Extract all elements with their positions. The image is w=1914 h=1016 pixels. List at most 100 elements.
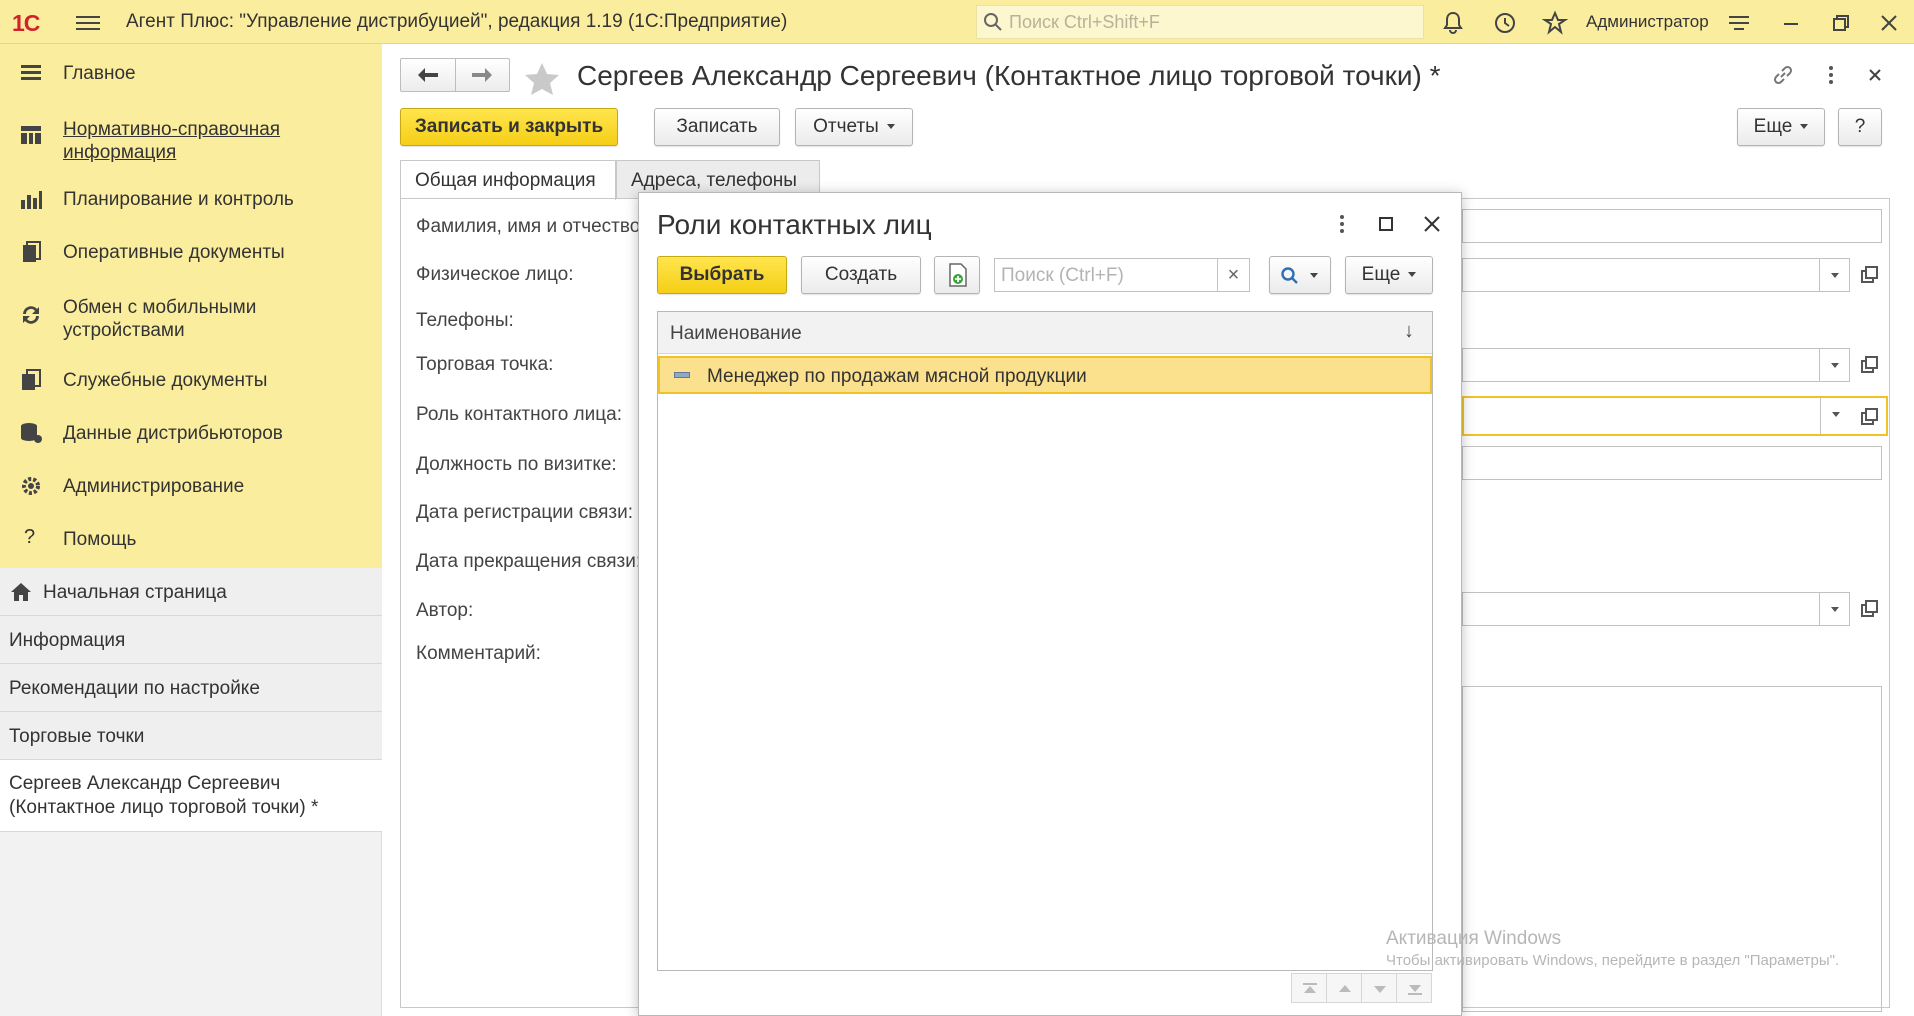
minimize-icon[interactable] (1778, 10, 1804, 36)
bell-icon[interactable] (1440, 10, 1466, 36)
close-dialog-icon[interactable] (1419, 211, 1445, 237)
open-window-home[interactable]: Начальная страница (0, 568, 382, 616)
question-icon: ? (24, 526, 36, 548)
sidebar-item-planning[interactable]: Планирование и контроль (0, 180, 382, 220)
add-copy-icon (949, 263, 967, 287)
section-panel: Главное Нормативно-справочная информация… (0, 44, 382, 568)
more-vertical-icon[interactable] (1818, 62, 1844, 88)
close-app-icon[interactable] (1876, 10, 1902, 36)
restore-icon[interactable] (1828, 10, 1854, 36)
star-icon[interactable] (524, 62, 560, 96)
home-icon (11, 583, 31, 601)
sidebar-item-help[interactable]: ? Помощь (0, 520, 382, 560)
windows-activation-text: Чтобы активировать Windows, перейдите в … (1386, 952, 1840, 969)
person-field[interactable] (1462, 258, 1850, 292)
author-dropdown[interactable] (1819, 593, 1849, 625)
sidebar-item-label: Помощь (63, 529, 137, 550)
contact-roles-dialog: Роли контактных лиц Выбрать Создать Поис… (638, 192, 1462, 1016)
sidebar-item-main[interactable]: Главное (0, 54, 382, 94)
top-bar: 1С Агент Плюс: "Управление дистрибуцией"… (0, 0, 1914, 44)
table-row[interactable]: Менеджер по продажам мясной продукции (658, 356, 1432, 394)
clear-search-button[interactable]: × (1217, 259, 1249, 291)
role-dropdown[interactable] (1820, 398, 1850, 434)
sort-arrow-icon[interactable]: ↓ (1404, 320, 1414, 343)
back-icon[interactable] (417, 67, 439, 83)
sidebar-item-administration[interactable]: Администрирование (0, 467, 382, 507)
more-label: Еще (1753, 116, 1793, 137)
person-label: Физическое лицо: (416, 264, 574, 285)
end-date-label: Дата прекращения связи: (416, 551, 642, 572)
scroll-up-button[interactable] (1326, 973, 1362, 1003)
close-form-icon[interactable] (1862, 62, 1888, 88)
reg-date-label: Дата регистрации связи: (416, 502, 634, 523)
open-person-icon[interactable] (1854, 258, 1884, 292)
sidebar-item-label: Данные дистрибьюторов (63, 423, 283, 444)
sync-icon (23, 306, 39, 324)
save-and-close-button[interactable]: Записать и закрыть (400, 108, 618, 146)
global-search-input[interactable]: Поиск Ctrl+Shift+F (976, 5, 1424, 39)
outlet-dropdown[interactable] (1819, 349, 1849, 381)
select-button[interactable]: Выбрать (657, 256, 787, 294)
settings-menu-icon[interactable] (1726, 10, 1752, 36)
sidebar-item-mobile-exchange[interactable]: Обмен с мобильными устройствами (0, 288, 382, 342)
dialog-search-input[interactable]: Поиск (Ctrl+F) × (994, 258, 1250, 292)
app-logo: 1С (12, 10, 40, 36)
create-button[interactable]: Создать (801, 256, 921, 294)
open-window-label: Сергеев Александр Сергеевич (Контактное … (9, 773, 319, 818)
open-outlet-icon[interactable] (1854, 348, 1884, 382)
search-icon (1281, 267, 1298, 284)
sidebar-item-service-docs[interactable]: Служебные документы (0, 361, 382, 401)
column-name-header[interactable]: Наименование (670, 323, 802, 345)
user-name[interactable]: Администратор (1586, 12, 1709, 32)
reports-label: Отчеты (813, 116, 879, 137)
sidebar-item-label: Администрирование (63, 476, 245, 497)
open-window-info[interactable]: Информация (0, 616, 382, 664)
scroll-down-icon (1374, 986, 1386, 993)
chart-icon (21, 191, 42, 209)
sidebar-item-distributor-data[interactable]: Данные дистрибьюторов (0, 414, 382, 454)
open-window-outlets[interactable]: Торговые точки (0, 712, 382, 760)
history-icon[interactable] (1492, 10, 1518, 36)
open-window-recommendations[interactable]: Рекомендации по настройке (0, 664, 382, 712)
maximize-icon[interactable] (1373, 211, 1399, 237)
scroll-first-button[interactable] (1291, 973, 1327, 1003)
reports-button[interactable]: Отчеты (795, 108, 913, 146)
position-field[interactable] (1462, 446, 1882, 480)
forward-icon[interactable] (471, 67, 493, 83)
open-window-contact-person[interactable]: Сергеев Александр Сергеевич (Контактное … (0, 760, 382, 832)
more-button[interactable]: Еще (1737, 108, 1825, 146)
scroll-last-button[interactable] (1396, 973, 1432, 1003)
table-navigation (1291, 973, 1433, 1003)
phones-label: Телефоны: (416, 310, 514, 331)
help-button[interactable]: ? (1838, 108, 1882, 146)
role-field[interactable] (1462, 396, 1888, 436)
dialog-more-label: Еще (1361, 264, 1401, 285)
role-label: Роль контактного лица: (416, 404, 622, 425)
dialog-more-button[interactable]: Еще (1345, 256, 1433, 294)
outlet-field[interactable] (1462, 348, 1850, 382)
link-icon[interactable] (1770, 62, 1796, 88)
sidebar-item-reference[interactable]: Нормативно-справочная информация (0, 110, 382, 164)
search-options-button[interactable] (1269, 256, 1331, 294)
sidebar-item-operative-docs[interactable]: Оперативные документы (0, 233, 382, 273)
save-button[interactable]: Записать (654, 108, 780, 146)
gear-icon (22, 477, 40, 495)
sidebar: Главное Нормативно-справочная информация… (0, 44, 382, 1016)
open-author-icon[interactable] (1854, 592, 1884, 626)
fio-field[interactable] (1462, 209, 1882, 243)
open-role-icon[interactable] (1854, 400, 1884, 434)
more-vertical-icon[interactable] (1329, 211, 1355, 237)
documents-icon (23, 241, 41, 262)
list-icon (21, 65, 41, 80)
author-label: Автор: (416, 600, 474, 621)
table-header: Наименование ↓ (658, 312, 1432, 354)
position-label: Должность по визитке: (416, 454, 617, 475)
person-dropdown[interactable] (1819, 259, 1849, 291)
menu-icon[interactable] (76, 12, 100, 32)
copy-button[interactable] (934, 256, 980, 294)
scroll-down-button[interactable] (1361, 973, 1397, 1003)
favorite-icon[interactable] (1542, 10, 1568, 36)
tab-general-info[interactable]: Общая информация (400, 160, 616, 200)
author-field[interactable] (1462, 592, 1850, 626)
sidebar-item-label: Оперативные документы (63, 242, 285, 263)
